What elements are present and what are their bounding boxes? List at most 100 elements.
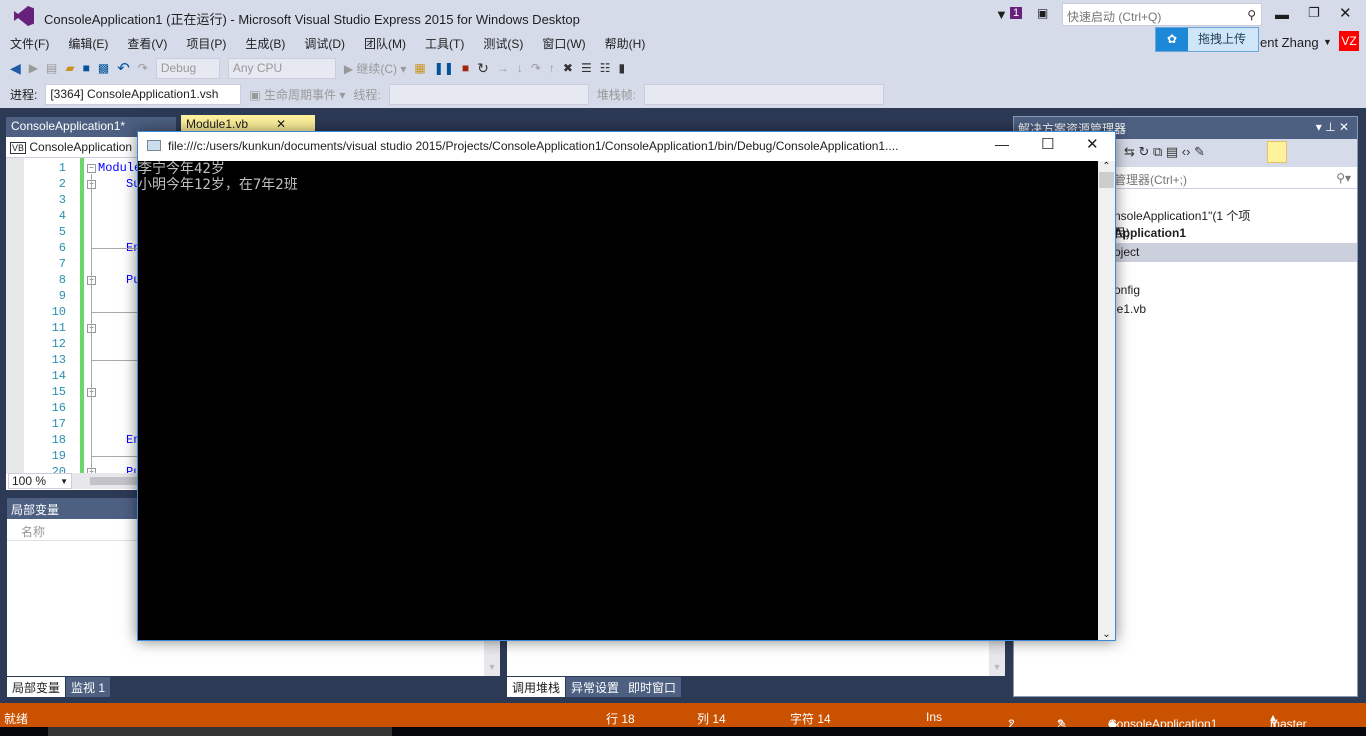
undo-icon[interactable]: ↶ — [117, 59, 130, 77]
comment-icon[interactable]: ☷ — [600, 61, 611, 75]
feedback-icon[interactable]: ▣ — [1037, 6, 1048, 20]
tab-watch[interactable]: 监视 1 — [66, 677, 111, 697]
chevron-down-icon[interactable]: ▼ — [1323, 37, 1332, 47]
menu-bar: 文件(F) 编辑(E) 查看(V) 项目(P) 生成(B) 调试(D) 团队(M) 工具(T)… — [10, 35, 664, 52]
menu-window[interactable]: 窗口(W) — [542, 37, 585, 51]
save-icon[interactable]: ■ — [83, 61, 90, 75]
restore-button[interactable]: ❐ — [1308, 5, 1320, 21]
outline-separator — [91, 312, 137, 313]
console-titlebar: file:///c:/users/kunkun/documents/visual… — [138, 132, 1115, 160]
console-scrollbar[interactable]: ⌃ ⌄ — [1098, 161, 1115, 640]
close-icon[interactable]: ▾ ⊥ ✕ — [1316, 120, 1349, 134]
stackframe-label: 堆栈帧: — [596, 88, 637, 102]
menu-team[interactable]: 团队(M) — [364, 37, 406, 51]
console-window: file:///c:/users/kunkun/documents/visual… — [137, 131, 1116, 641]
title-menu-area: ConsoleApplication1 (正在运行) - Microsoft V… — [0, 0, 1366, 108]
continue-button[interactable]: ▶ 继续(C) ▾ — [344, 60, 407, 77]
line-number: 15 — [51, 385, 66, 399]
code-line: Module — [98, 161, 142, 175]
debug-location-toolbar: 进程: [3364] ConsoleApplication1.vsh ▣ 生命周… — [10, 83, 885, 106]
outline-separator — [91, 456, 137, 457]
bookmark-icon[interactable]: ▮ — [619, 61, 626, 75]
line-number: 5 — [58, 225, 66, 239]
restart-icon[interactable]: ↻ — [477, 60, 489, 77]
close-button[interactable]: ✕ — [1086, 135, 1099, 153]
back-icon[interactable]: ◀ — [10, 60, 21, 77]
config-select[interactable]: Debug — [155, 57, 220, 79]
show-next-icon[interactable]: → — [497, 61, 509, 75]
find-icon[interactable]: ▦ — [414, 61, 425, 75]
branch-indicator[interactable]: Y master ▴ — [1270, 710, 1307, 731]
avatar[interactable]: VZ — [1339, 31, 1359, 51]
minimize-button[interactable]: — — [995, 136, 1009, 152]
console-icon — [147, 140, 161, 151]
save-all-icon[interactable]: ▩ — [98, 61, 109, 75]
indent-icon[interactable]: ☰ — [581, 61, 592, 75]
horizontal-scrollbar[interactable] — [72, 473, 137, 489]
status-char: 字符 14 — [790, 712, 831, 726]
line-number: 2 — [58, 177, 66, 191]
project-nav-select[interactable]: VB ConsoleApplication — [6, 137, 137, 158]
thread-label: 线程: — [353, 88, 381, 102]
scrollbar[interactable]: ▼ — [989, 640, 1005, 676]
redo-icon[interactable]: ↷ — [138, 61, 148, 75]
process-select[interactable]: [3364] ConsoleApplication1.vsh — [45, 84, 242, 105]
menu-help[interactable]: 帮助(H) — [605, 37, 646, 51]
tab-immediate[interactable]: 即时窗口 — [623, 677, 682, 697]
new-project-icon[interactable]: ▤ — [46, 61, 57, 75]
tab-exception-settings[interactable]: 异常设置 — [566, 677, 625, 697]
outline-separator — [91, 360, 137, 361]
fold-toggle-icon[interactable]: − — [87, 164, 96, 173]
status-col: 列 14 — [697, 712, 726, 726]
code-editor[interactable]: VB ConsoleApplication 1−Module2−Su3456En… — [6, 137, 141, 490]
minimize-button[interactable]: ▬ — [1275, 6, 1289, 22]
line-number: 16 — [51, 401, 66, 415]
stop-icon[interactable]: ■ — [462, 61, 469, 75]
step-over-icon[interactable]: ↷ — [531, 61, 541, 75]
console-title: file:///c:/users/kunkun/documents/visual… — [168, 139, 899, 153]
filter-icon[interactable]: ▼ — [995, 7, 1008, 22]
notification-badge[interactable]: 1 — [1010, 7, 1023, 19]
tab-locals[interactable]: 局部变量 — [7, 677, 66, 697]
taskbar — [0, 727, 1366, 736]
forward-icon[interactable]: ▶ — [29, 61, 38, 75]
close-icon[interactable]: ✕ — [276, 117, 286, 131]
menu-build[interactable]: 生成(B) — [245, 37, 285, 51]
thread-select[interactable] — [388, 84, 589, 105]
lifecycle-events[interactable]: ▣ 生命周期事件 ▾ — [249, 86, 345, 103]
pause-icon[interactable]: ❚❚ — [434, 61, 454, 75]
breakpoint-icon[interactable]: ✖ — [563, 61, 573, 75]
line-number: 12 — [51, 337, 66, 351]
open-icon[interactable]: ▰ — [65, 61, 74, 75]
zoom-select[interactable]: 100 % ▼ — [8, 473, 72, 489]
menu-edit[interactable]: 编辑(E) — [68, 37, 108, 51]
console-output: 李宁今年42岁 小明今年12岁，在7年2班 — [138, 161, 1098, 640]
quick-launch-input[interactable]: 快速启动 (Ctrl+Q) ⚲ — [1062, 3, 1262, 26]
line-number: 7 — [58, 257, 66, 271]
stackframe-select[interactable] — [644, 84, 885, 105]
user-name[interactable]: ent Zhang — [1260, 35, 1319, 50]
step-into-icon[interactable]: ↓ — [517, 61, 523, 75]
line-number: 4 — [58, 209, 66, 223]
close-button[interactable]: ✕ — [1339, 4, 1352, 22]
line-number: 19 — [51, 449, 66, 463]
upload-button[interactable]: ✿ 拖拽上传 — [1155, 27, 1259, 52]
menu-debug[interactable]: 调试(D) — [304, 37, 345, 51]
standard-toolbar: ◀ ▶ ▤ ▰ ■ ▩ ↶ ↷ Debug Any CPU ▶ 继续(C) ▾ ▦ ❚❚ ■… — [10, 56, 1000, 80]
menu-test[interactable]: 测试(S) — [483, 37, 523, 51]
tab-callstack[interactable]: 调用堆栈 — [507, 677, 566, 697]
console-line: 李宁今年42岁 — [138, 161, 225, 177]
line-number: 10 — [51, 305, 66, 319]
menu-view[interactable]: 查看(V) — [127, 37, 167, 51]
menu-file[interactable]: 文件(F) — [10, 37, 49, 51]
change-bar — [80, 158, 84, 474]
step-out-icon[interactable]: ↑ — [549, 61, 555, 75]
maximize-button[interactable]: ☐ — [1041, 135, 1054, 153]
cloud-icon: ✿ — [1156, 28, 1188, 51]
menu-tools[interactable]: 工具(T) — [425, 37, 464, 51]
window-title: ConsoleApplication1 (正在运行) - Microsoft V… — [44, 12, 580, 27]
scrollbar[interactable]: ▼ — [484, 638, 500, 676]
preview-toggle[interactable] — [1267, 141, 1287, 163]
platform-select[interactable]: Any CPU — [227, 57, 336, 79]
menu-project[interactable]: 项目(P) — [186, 37, 226, 51]
